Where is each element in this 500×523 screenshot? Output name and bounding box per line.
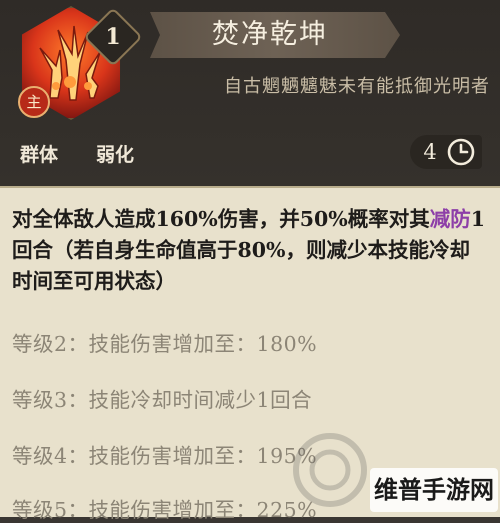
skill-description: 对全体敌人造成160%伤害，并50%概率对其减防1回合（若自身生命值高于80%，… bbox=[12, 204, 490, 297]
description-text-1: 对全体敌人造成160%伤害，并50%概率对其 bbox=[12, 207, 430, 231]
watermark-text: 维普手游网 bbox=[370, 468, 498, 512]
tag-group: 群体 bbox=[20, 144, 59, 166]
panel-divider bbox=[0, 186, 500, 188]
main-skill-badge: 主 bbox=[18, 86, 50, 118]
debuff-highlight: 减防 bbox=[429, 207, 471, 231]
watermark-logo bbox=[293, 433, 367, 507]
skill-name: 焚净乾坤 bbox=[212, 19, 328, 50]
level-upgrade-2: 等级2：技能伤害增加至：180% bbox=[12, 332, 318, 356]
level-upgrade-3: 等级3：技能冷却时间减少1回合 bbox=[12, 388, 313, 412]
skill-quote: 自古魍魉魑魅未有能抵御光明者 bbox=[224, 76, 490, 97]
level-upgrade-5: 等级5：技能伤害增加至：225% bbox=[12, 498, 318, 522]
clock-icon bbox=[447, 138, 475, 166]
skill-level: 1 bbox=[105, 24, 121, 50]
cooldown-value: 4 bbox=[423, 140, 437, 164]
level-upgrade-4: 等级4：技能伤害增加至：195% bbox=[12, 444, 318, 468]
tag-debuff: 弱化 bbox=[96, 144, 135, 166]
skill-icon: 1 主 bbox=[8, 6, 143, 120]
